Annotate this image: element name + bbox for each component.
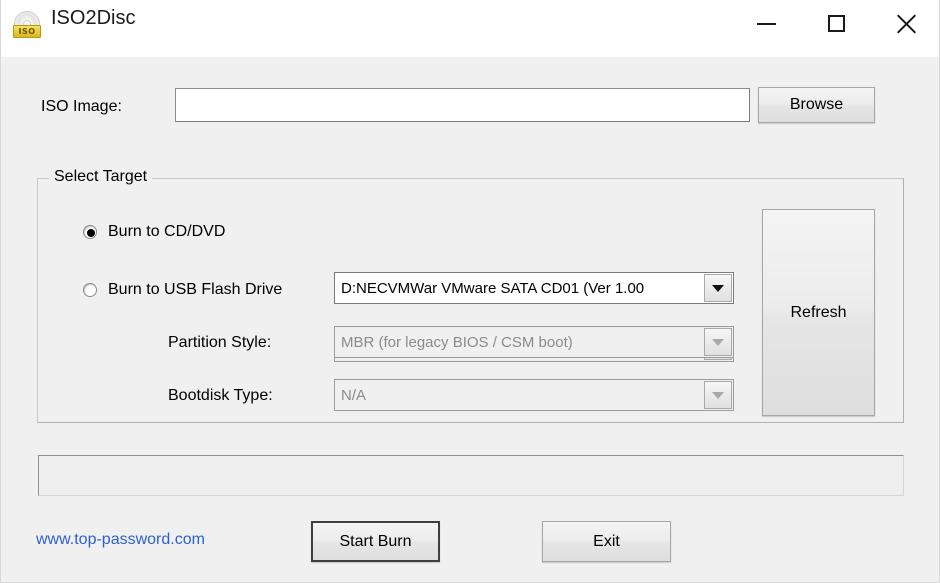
close-icon (895, 13, 917, 35)
cd-drive-value: D:NECVMWar VMware SATA CD01 (Ver 1.00 (341, 279, 645, 297)
minimize-button[interactable] (731, 0, 801, 47)
partition-style-label: Partition Style: (168, 334, 272, 351)
status-progress-bar (38, 455, 904, 496)
window-title: ISO2Disc (51, 7, 136, 29)
iso-image-label: ISO Image: (41, 98, 122, 115)
iso-banner-label: ISO (13, 25, 41, 38)
client-area: ISO Image: Browse Select Target Burn to … (1, 57, 939, 582)
refresh-button[interactable]: Refresh (762, 209, 875, 416)
title-bar: ISO ISO2Disc (1, 0, 939, 57)
radio-indicator-usb[interactable] (83, 283, 97, 297)
radio-indicator-cd-dvd[interactable] (83, 225, 97, 239)
iso-image-input[interactable] (175, 88, 750, 122)
exit-button[interactable]: Exit (542, 521, 671, 562)
maximize-icon (827, 15, 845, 32)
close-button[interactable] (871, 0, 939, 47)
radio-burn-usb[interactable]: Burn to USB Flash Drive (83, 281, 282, 299)
radio-burn-cd-dvd[interactable]: Burn to CD/DVD (83, 223, 225, 241)
iso-disc-icon: ISO (12, 11, 42, 41)
chevron-down-icon-partition[interactable] (704, 328, 732, 356)
chevron-down-icon-bootdisk[interactable] (704, 381, 732, 409)
bootdisk-type-combobox[interactable]: N/A (334, 379, 734, 411)
partition-style-combobox[interactable]: MBR (for legacy BIOS / CSM boot) (334, 326, 734, 358)
bootdisk-type-value: N/A (341, 386, 367, 404)
iso2disc-window: ISO ISO2Disc ISO Image: Browse Select Ta… (0, 0, 940, 583)
chevron-down-icon[interactable] (704, 274, 732, 302)
radio-label-cd-dvd: Burn to CD/DVD (108, 223, 226, 240)
top-password-link[interactable]: www.top-password.com (36, 531, 205, 549)
partition-style-value: MBR (for legacy BIOS / CSM boot) (341, 333, 573, 351)
start-burn-button[interactable]: Start Burn (311, 521, 440, 562)
browse-button[interactable]: Browse (758, 87, 875, 123)
maximize-button[interactable] (801, 0, 871, 47)
minimize-icon (756, 22, 776, 25)
select-target-legend: Select Target (49, 168, 153, 186)
bootdisk-type-label: Bootdisk Type: (168, 387, 273, 404)
radio-label-usb: Burn to USB Flash Drive (108, 281, 283, 298)
cd-drive-combobox[interactable]: D:NECVMWar VMware SATA CD01 (Ver 1.00 (334, 272, 734, 304)
window-controls (731, 0, 939, 47)
